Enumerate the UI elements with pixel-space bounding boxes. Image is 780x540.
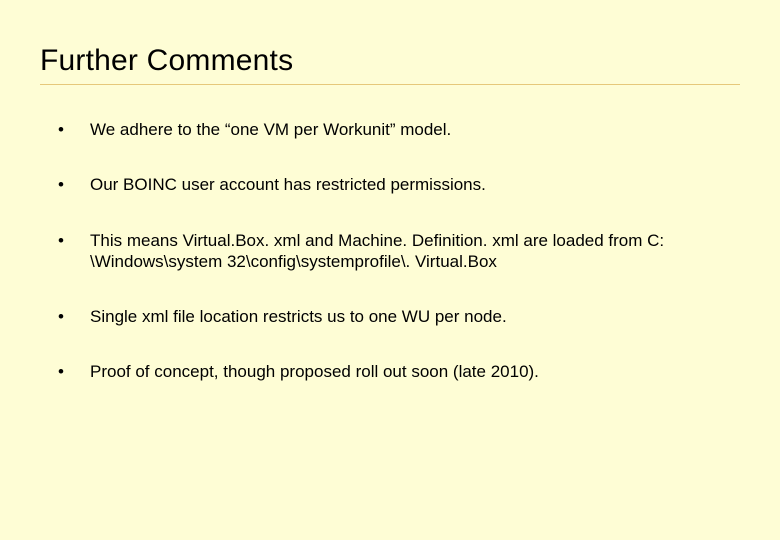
slide-title: Further Comments [40,44,740,78]
bullet-text: Proof of concept, though proposed roll o… [90,362,539,381]
bullet-text: This means Virtual.Box. xml and Machine.… [90,231,664,271]
list-item: Single xml file location restricts us to… [58,306,740,327]
bullet-text: Single xml file location restricts us to… [90,307,507,326]
bullet-list: We adhere to the “one VM per Workunit” m… [40,119,740,383]
bullet-text: Our BOINC user account has restricted pe… [90,175,486,194]
list-item: Proof of concept, though proposed roll o… [58,361,740,382]
slide: Further Comments We adhere to the “one V… [0,0,780,540]
list-item: This means Virtual.Box. xml and Machine.… [58,230,740,273]
list-item: Our BOINC user account has restricted pe… [58,174,740,195]
list-item: We adhere to the “one VM per Workunit” m… [58,119,740,140]
title-container: Further Comments [40,44,740,85]
bullet-text: We adhere to the “one VM per Workunit” m… [90,120,451,139]
